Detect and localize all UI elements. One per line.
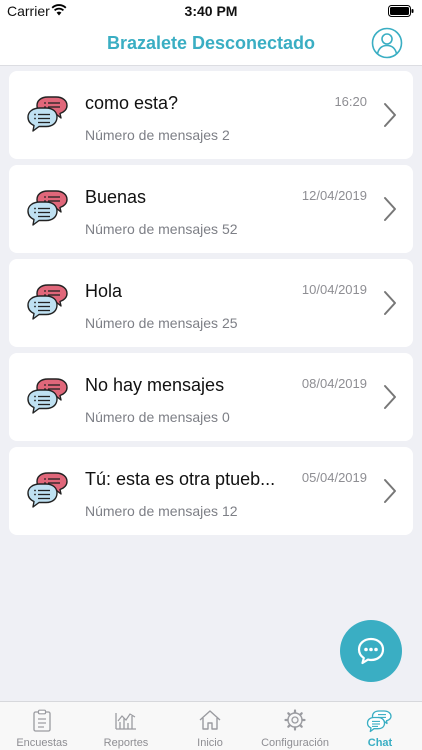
chat-list-item[interactable]: Buenas 12/04/2019 Número de mensajes 52 (9, 165, 413, 253)
chat-icon (366, 710, 392, 733)
status-bar: Carrier 3:40 PM (0, 0, 422, 22)
tab-reportes[interactable]: Reportes (84, 702, 168, 750)
chat-list-item[interactable]: como esta? 16:20 Número de mensajes 2 (9, 71, 413, 159)
chat-title: Tú: esta es otra ptueb... (85, 469, 276, 489)
chat-date: 08/04/2019 (301, 376, 367, 391)
tab-chat[interactable]: Chat (338, 702, 422, 750)
chat-message-count: Número de mensajes 12 (85, 503, 238, 519)
chart-icon (115, 713, 136, 730)
profile-icon[interactable] (371, 27, 403, 59)
chevron-right-icon (384, 291, 396, 315)
chat-bubbles-icon (27, 190, 68, 226)
chevron-right-icon (384, 197, 396, 221)
tab-inicio[interactable]: Inicio (168, 702, 252, 750)
tab-label: Inicio (197, 737, 223, 749)
chat-date: 12/04/2019 (301, 188, 367, 203)
chat-title: Buenas (85, 187, 147, 207)
chevron-right-icon (384, 385, 396, 409)
chat-date: 10/04/2019 (301, 282, 367, 297)
chat-title: No hay mensajes (85, 375, 225, 395)
chat-bubbles-icon (27, 378, 68, 414)
chevron-right-icon (384, 103, 396, 127)
tab-encuestas[interactable]: Encuestas (0, 702, 84, 750)
tab-bar: Encuestas Reportes Inicio Configuración … (0, 701, 422, 750)
tab-label: Chat (367, 737, 393, 749)
chat-dots-icon (357, 637, 385, 665)
chat-list: como esta? 16:20 Número de mensajes 2 Bu… (9, 71, 413, 541)
status-time: 3:40 PM (184, 3, 238, 19)
chat-list-item[interactable]: Hola 10/04/2019 Número de mensajes 25 (9, 259, 413, 347)
battery-icon (388, 5, 414, 17)
home-icon (199, 710, 221, 730)
chat-title: como esta? (85, 93, 179, 113)
clipboard-icon (33, 709, 51, 732)
tab-label: Configuración (261, 737, 329, 749)
new-chat-button[interactable] (340, 620, 402, 682)
chat-list-item[interactable]: Tú: esta es otra ptueb... 05/04/2019 Núm… (9, 447, 413, 535)
chat-message-count: Número de mensajes 2 (85, 127, 230, 143)
chat-bubbles-icon (27, 96, 68, 132)
chevron-right-icon (384, 479, 396, 503)
chat-bubbles-icon (27, 284, 68, 320)
chat-title: Hola (85, 281, 123, 301)
tab-configuracion[interactable]: Configuración (252, 702, 338, 750)
chat-message-count: Número de mensajes 0 (85, 409, 230, 425)
page-title: Brazalete Desconectado (106, 33, 316, 53)
chat-message-count: Número de mensajes 25 (85, 315, 238, 331)
tab-label: Encuestas (16, 737, 68, 749)
nav-bar: Brazalete Desconectado (0, 22, 422, 66)
tab-label: Reportes (103, 737, 149, 749)
gear-icon (284, 709, 306, 731)
chat-message-count: Número de mensajes 52 (85, 221, 238, 237)
chat-date: 05/04/2019 (301, 470, 367, 485)
chat-date: 16:20 (334, 94, 367, 109)
chat-bubbles-icon (27, 472, 68, 508)
chat-list-item[interactable]: No hay mensajes 08/04/2019 Número de men… (9, 353, 413, 441)
